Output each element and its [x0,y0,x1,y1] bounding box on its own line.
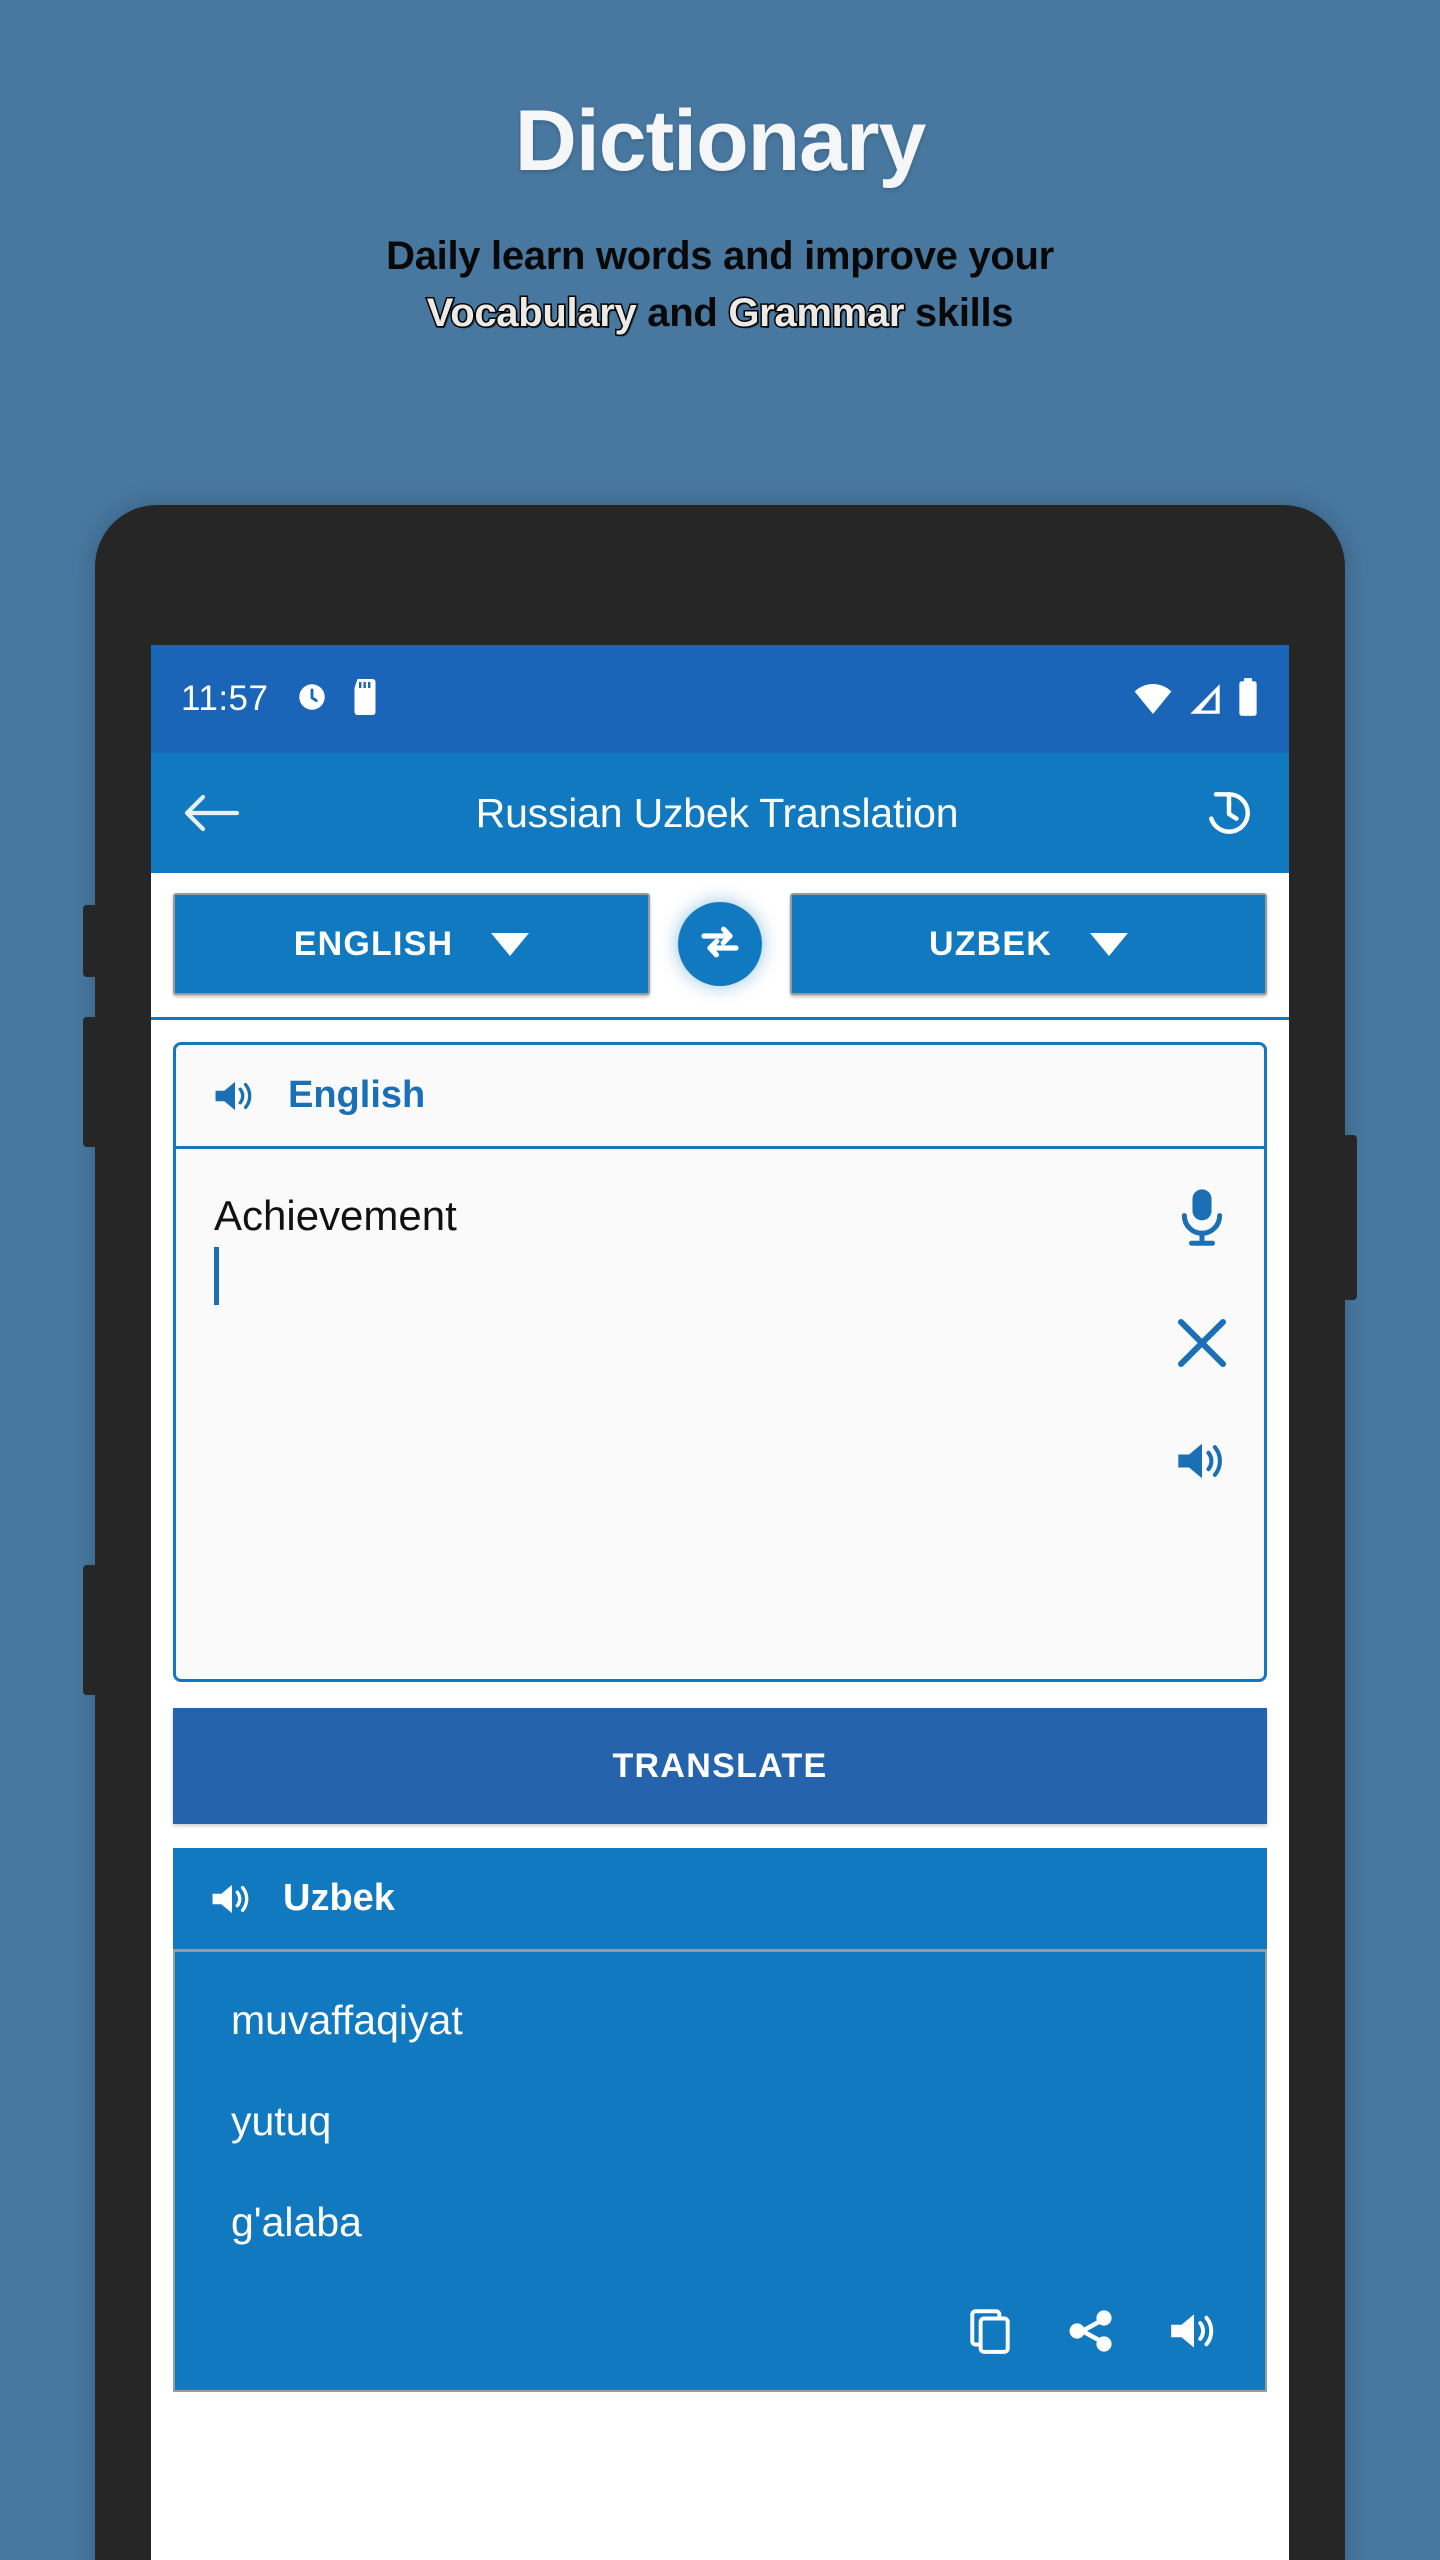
result-card: Uzbek muvaffaqiyat yutuq g'alaba [173,1848,1267,2392]
app-bar-title: Russian Uzbek Translation [475,789,959,836]
promo-subtitle-line1: Daily learn words and improve your [386,234,1054,279]
status-bar-left-icons [295,678,379,720]
language-selector-row: ENGLISH UZBEK [151,873,1289,1020]
result-language-name: Uzbek [283,1877,395,1919]
swap-languages-button[interactable] [678,902,762,986]
promo-highlight-grammar: Grammar [727,290,906,337]
app-bar: Russian Uzbek Translation [151,753,1289,873]
phone-volume-up-button [83,905,97,977]
target-language-dropdown[interactable]: UZBEK [790,893,1267,995]
page-title: Dictionary [514,93,927,189]
speaker-icon[interactable] [1174,1437,1230,1485]
back-arrow-icon[interactable] [183,790,239,836]
list-item[interactable]: g'alaba [231,2200,1229,2245]
promo-highlight-vocabulary: Vocabulary [425,290,638,337]
speaker-icon[interactable] [209,1879,255,1919]
microphone-icon[interactable] [1175,1187,1229,1249]
status-bar-right-icons [1133,677,1259,721]
promo-banner: Dictionary Daily learn words and improve… [0,0,1440,342]
result-card-header: Uzbek [173,1848,1267,1952]
source-language-dropdown[interactable]: ENGLISH [173,893,650,995]
source-language-name: English [288,1074,426,1116]
wifi-icon [1133,682,1173,721]
result-action-icons [231,2301,1229,2357]
promo-subtitle-and: and [636,291,729,336]
swap-arrows-icon [696,918,744,971]
history-icon[interactable] [1201,785,1257,841]
translate-button[interactable]: TRANSLATE [173,1708,1267,1824]
source-language-label: ENGLISH [293,924,454,963]
promo-subtitle: Daily learn words and improve your Vocab… [0,228,1440,342]
alarm-icon [295,680,329,719]
phone-mockup: 11:57 Russian Uzbek Translation ENGLISH … [83,505,1357,2560]
list-item[interactable]: muvaffaqiyat [231,1997,1229,2043]
list-item[interactable]: yutuq [231,2098,1229,2144]
signal-icon [1187,682,1223,721]
phone-power-button [1343,1135,1357,1300]
source-text-card: English Achievement [173,1042,1267,1682]
copy-icon[interactable] [965,2306,1015,2356]
source-text-input[interactable]: Achievement [176,1149,1264,1679]
source-input-value: Achievement [214,1192,457,1239]
chevron-down-icon [491,932,530,956]
android-status-bar: 11:57 [151,645,1289,753]
source-card-header: English [176,1045,1264,1149]
translate-button-label: TRANSLATE [612,1746,828,1785]
promo-subtitle-tail: skills [904,291,1014,336]
result-list: muvaffaqiyat yutuq g'alaba [173,1952,1267,2392]
battery-icon [1237,677,1259,721]
source-action-icons [1174,1187,1230,1485]
target-language-label: UZBEK [928,924,1053,963]
status-bar-clock: 11:57 [181,679,269,718]
share-icon[interactable] [1065,2305,1117,2357]
phone-side-button [83,1565,97,1695]
chevron-down-icon [1090,932,1129,956]
phone-screen: 11:57 Russian Uzbek Translation ENGLISH … [151,645,1289,2560]
sd-card-icon [351,678,379,720]
speaker-icon[interactable] [212,1076,258,1116]
clear-icon[interactable] [1174,1315,1230,1371]
phone-volume-down-button [83,1017,97,1147]
text-cursor [214,1246,219,1305]
speaker-icon[interactable] [1167,2308,1221,2354]
